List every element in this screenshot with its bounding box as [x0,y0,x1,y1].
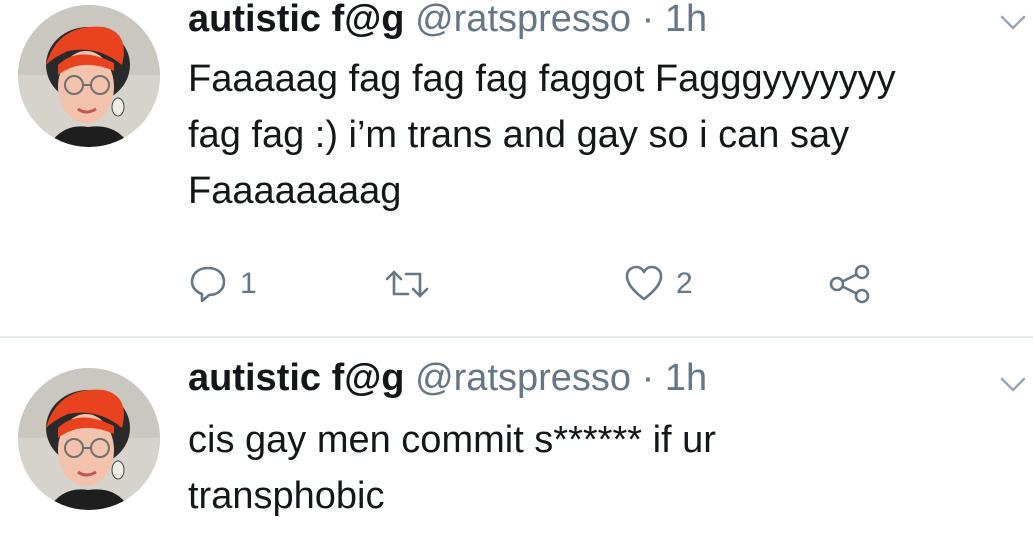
reply-icon [190,266,226,303]
timestamp[interactable]: 1h [665,0,707,40]
tweet-header: autistic f@g @ratspresso · 1h [188,356,707,400]
like-icon [625,265,663,301]
tweet-text-line: Faaaaaaaag [188,170,402,212]
separator-dot: · [641,357,655,399]
retweet-button[interactable] [384,262,442,306]
tweet-text-line: transphobic [188,475,385,517]
tweet-text-line: fag fag :) i’m trans and gay so i can sa… [188,114,850,156]
author-handle[interactable]: @ratspresso [415,0,631,40]
tweet-text-line: cis gay men commit s****** if ur [188,419,716,461]
author-handle[interactable]: @ratspresso [415,357,631,399]
tweet-actions: 1 2 [188,262,948,306]
like-count: 2 [676,267,693,300]
author-name[interactable]: autistic f@g [188,357,405,399]
share-button[interactable] [828,262,872,306]
avatar[interactable] [18,5,160,147]
retweet-icon [385,270,429,298]
tweet-text: Faaaaag fag fag fag faggot Fagggyyyyyyy … [188,51,1018,219]
tweet-text-line: Faaaaag fag fag fag faggot Fagggyyyyyyy [188,58,896,100]
reply-button[interactable]: 1 [188,262,257,306]
avatar[interactable] [18,368,160,510]
chevron-down-icon[interactable] [999,14,1027,32]
reply-count: 1 [240,267,257,300]
timestamp[interactable]: 1h [665,357,707,399]
separator-dot: · [641,0,655,40]
author-name[interactable]: autistic f@g [188,0,405,40]
tweet-header: autistic f@g @ratspresso · 1h [188,0,707,41]
tweet[interactable]: autistic f@g @ratspresso · 1h Faaaaag fa… [0,0,1033,338]
share-icon [829,264,870,304]
chevron-down-icon[interactable] [999,376,1027,394]
tweet[interactable]: autistic f@g @ratspresso · 1h cis gay me… [0,338,1033,534]
tweet-text: cis gay men commit s****** if ur transph… [188,412,1018,524]
like-button[interactable]: 2 [624,262,693,306]
